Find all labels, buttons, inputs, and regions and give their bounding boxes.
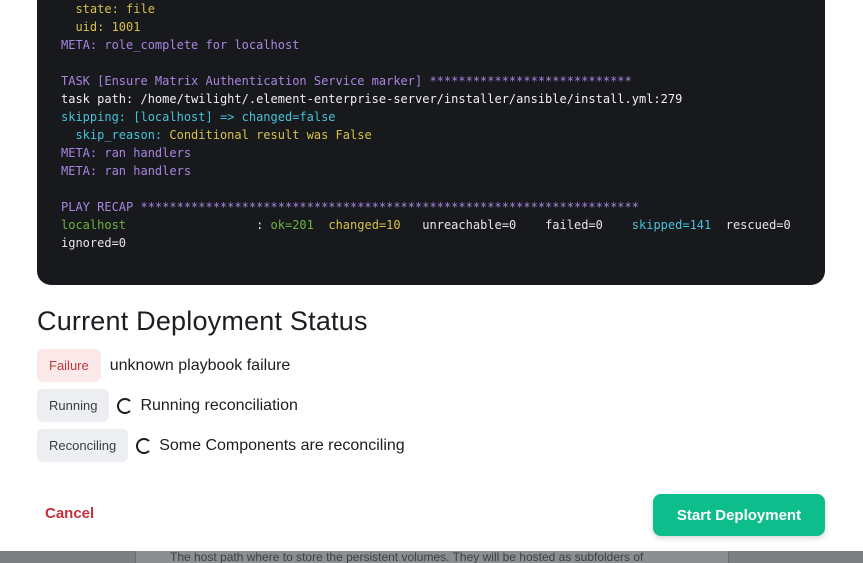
status-badge-reconciling: Reconciling: [37, 429, 129, 462]
log-line: META: ran handlers: [61, 144, 791, 162]
status-text-reconciling: Some Components are reconciling: [159, 436, 405, 454]
log-segment: META: role_complete for localhost: [61, 38, 300, 52]
log-line: TASK [Ensure Matrix Authentication Servi…: [61, 72, 791, 90]
log-segment: [314, 218, 328, 232]
log-line: META: role_complete for localhost: [61, 36, 791, 54]
loading-spinner-icon: [136, 437, 153, 454]
log-segment: skipped=141: [631, 218, 712, 232]
status-badge-running: Running: [37, 389, 110, 422]
playbook-log-terminal: state: file uid: 1001 META: role_complete…: [37, 0, 825, 285]
log-segment: META: ran handlers: [61, 146, 192, 160]
log-line: task path: /home/twilight/.element-enter…: [61, 90, 791, 108]
log-segment: skipping: [localhost] => changed=false: [61, 110, 336, 124]
log-segment: ok=201: [270, 218, 314, 232]
log-segment: localhost: [61, 218, 127, 232]
log-line: state: file: [61, 0, 791, 18]
loading-spinner-icon: [117, 397, 134, 414]
background-help-text: The host path where to store the persist…: [170, 551, 644, 563]
log-segment: skip_reason:: [61, 128, 170, 142]
status-text-running: Running reconciliation: [140, 396, 298, 414]
log-line: skipping: [localhost] => changed=false: [61, 108, 791, 126]
status-text-failure: unknown playbook failure: [109, 356, 291, 374]
cancel-button[interactable]: Cancel: [45, 505, 94, 522]
log-segment: rescued=0: [711, 218, 791, 232]
status-row-reconciling: Reconciling Some Components are reconcil…: [37, 429, 405, 462]
log-segment: unreachable=0 failed=0: [400, 218, 632, 232]
log-segment: changed=10: [328, 218, 401, 232]
background-page-overlay: The host path where to store the persist…: [0, 551, 863, 563]
log-line: skip_reason: Conditional result was Fals…: [61, 126, 791, 144]
log-line: PLAY RECAP *****************************…: [61, 198, 791, 216]
log-segment: PLAY RECAP *****************************…: [61, 200, 639, 214]
page-title: Current Deployment Status: [37, 306, 368, 336]
playbook-log-output: state: file uid: 1001 META: role_complete…: [61, 0, 791, 252]
start-deployment-button[interactable]: Start Deployment: [653, 494, 825, 536]
log-segment: META: ran handlers: [61, 164, 192, 178]
log-line: META: ran handlers: [61, 162, 791, 180]
log-segment: :: [126, 218, 271, 232]
status-row-running: Running Running reconciliation: [37, 389, 298, 422]
log-line: localhost : ok=201 changed=10 unreachabl…: [61, 216, 791, 234]
log-segment: Conditional result was False: [169, 128, 372, 142]
log-segment: state: file: [61, 2, 155, 16]
log-line: ignored=0: [61, 234, 791, 252]
log-line: uid: 1001: [61, 18, 791, 36]
status-badge-failure: Failure: [37, 349, 101, 382]
log-segment: task path: /home/twilight/.element-enter…: [61, 92, 683, 106]
log-segment: ignored=0: [61, 236, 127, 250]
log-segment: TASK [Ensure Matrix Authentication Servi…: [61, 74, 632, 88]
log-segment: uid: 1001: [61, 20, 141, 34]
status-row-failure: Failure unknown playbook failure: [37, 349, 290, 382]
